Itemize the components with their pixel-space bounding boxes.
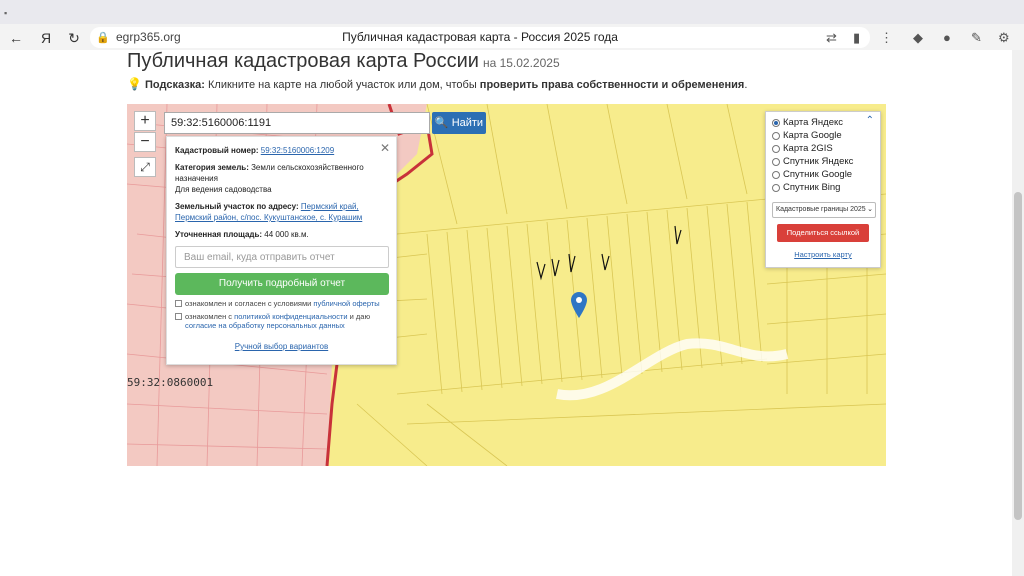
hint-bold: проверить права собственности и обремене…	[479, 79, 745, 91]
tab-strip: ▪	[0, 0, 1024, 24]
layer-label: Спутник Яндекс	[783, 156, 854, 167]
search-button-label: Найти	[451, 117, 484, 129]
manual-select-link[interactable]: Ручной выбор вариантов	[235, 342, 328, 351]
category-use: Для ведения садоводства	[175, 185, 272, 194]
profile-icon[interactable]: ●	[943, 30, 951, 45]
radio-yandex-sat[interactable]	[772, 157, 780, 166]
cadastral-search-input[interactable]: 59:32:5160006:1191	[164, 112, 430, 134]
hint-end: .	[744, 79, 748, 91]
parcel-info-popup: ✕ Кадастровый номер: 59:32:5160006:1209 …	[166, 136, 397, 365]
map-parcel-label: 59:32:0860001	[127, 376, 214, 389]
page-title-text: Публичная кадастровая карта России	[127, 50, 479, 72]
address-label: Земельный участок по адресу:	[175, 202, 299, 211]
category-label: Категория земель:	[175, 163, 249, 172]
personal-data-link[interactable]: согласие на обработку персональных данны…	[185, 321, 345, 330]
map-layer-panel: ⌃ Карта Яндекс Карта Google Карта 2GIS С…	[765, 111, 881, 268]
chevron-down-icon: ⌄	[867, 206, 873, 213]
back-icon[interactable]: ←	[8, 30, 24, 46]
bookmark-icon[interactable]: ▮	[853, 30, 860, 46]
search-icon: 🔍	[434, 117, 449, 129]
consent-privacy[interactable]: ознакомлен с политикой конфиденциальност…	[175, 312, 388, 330]
layer-option-2gis[interactable]: Карта 2GIS	[772, 142, 874, 155]
consent-offer[interactable]: ознакомлен и согласен с условиями публич…	[175, 299, 388, 308]
get-report-button[interactable]: Получить подробный отчет	[175, 273, 389, 295]
extension-icon[interactable]: ◆	[913, 30, 923, 46]
layer-option-yandex-sat[interactable]: Спутник Яндекс	[772, 155, 874, 168]
layer-label: Карта Google	[783, 130, 842, 141]
layer-option-bing-sat[interactable]: Спутник Bing	[772, 181, 874, 194]
url-text[interactable]: egrp365.org	[116, 30, 181, 44]
consent-offer-text: ознакомлен и согласен с условиями	[185, 299, 314, 308]
radio-bing-sat[interactable]	[772, 183, 780, 192]
boundaries-select-value: Кадастровые границы 2025	[776, 206, 866, 213]
consent-privacy-text: ознакомлен с	[185, 312, 235, 321]
layer-label: Спутник Bing	[783, 182, 841, 193]
settings-icon[interactable]: ⚙	[998, 30, 1010, 46]
yandex-icon[interactable]: Я	[38, 30, 54, 46]
hint-label: Подсказка:	[145, 79, 205, 91]
chevron-up-icon[interactable]: ⌃	[866, 115, 874, 126]
fullscreen-icon[interactable]: ⤢	[134, 157, 156, 177]
area-value: 44 000 кв.м.	[264, 230, 309, 239]
consent-privacy-text2: и даю	[347, 312, 371, 321]
layer-label: Карта Яндекс	[783, 117, 844, 128]
page-title: Публичная кадастровая карта России на 15.…	[127, 50, 560, 73]
share-link-button[interactable]: Поделиться ссылкой	[777, 224, 869, 242]
consent-offer-checkbox[interactable]	[175, 300, 182, 307]
layer-label: Карта 2GIS	[783, 143, 833, 154]
lightbulb-icon: 💡	[127, 77, 142, 91]
layer-option-google-sat[interactable]: Спутник Google	[772, 168, 874, 181]
close-icon[interactable]: ✕	[380, 141, 390, 155]
layer-option-google-map[interactable]: Карта Google	[772, 129, 874, 142]
email-field[interactable]: Ваш email, куда отправить отчет	[175, 246, 389, 268]
layer-label: Спутник Google	[783, 169, 853, 180]
boundaries-select[interactable]: Кадастровые границы 2025 ⌄	[772, 202, 876, 218]
hint-line: 💡 Подсказка: Кликните на карте на любой …	[127, 77, 747, 91]
consent-privacy-checkbox[interactable]	[175, 313, 182, 320]
search-button[interactable]: 🔍 Найти	[432, 112, 486, 134]
downloads-icon[interactable]: ✎	[971, 30, 982, 46]
layer-option-yandex-map[interactable]: Карта Яндекс	[772, 116, 874, 129]
zoom-out-button[interactable]: −	[134, 132, 156, 152]
tab-title: Публичная кадастровая карта - Россия 202…	[342, 30, 618, 44]
location-pin-icon[interactable]	[571, 292, 587, 318]
configure-map-link[interactable]: Настроить карту	[772, 250, 874, 259]
radio-2gis[interactable]	[772, 144, 780, 153]
hint-text: Кликните на карте на любой участок или д…	[204, 79, 480, 91]
reload-icon[interactable]: ↻	[66, 30, 82, 46]
tab-favicon-icon[interactable]: ▪	[4, 8, 14, 18]
translate-icon[interactable]: ⇄	[826, 30, 837, 46]
area-label: Уточненная площадь:	[175, 230, 263, 239]
cad-number-link[interactable]: 59:32:5160006:1209	[261, 146, 334, 155]
privacy-link[interactable]: политикой конфиденциальности	[234, 312, 347, 321]
lock-icon[interactable]: 🔒	[96, 31, 110, 44]
cad-label: Кадастровый номер:	[175, 146, 259, 155]
radio-google-map[interactable]	[772, 131, 780, 140]
radio-yandex-map[interactable]	[772, 118, 780, 127]
offer-link[interactable]: публичной оферты	[313, 299, 379, 308]
scrollbar-thumb[interactable]	[1014, 192, 1022, 520]
menu-dots-icon[interactable]: ⋮	[880, 30, 893, 46]
radio-google-sat[interactable]	[772, 170, 780, 179]
scrollbar[interactable]	[1012, 50, 1024, 576]
zoom-in-button[interactable]: +	[134, 111, 156, 131]
page-date: на 15.02.2025	[482, 56, 560, 70]
